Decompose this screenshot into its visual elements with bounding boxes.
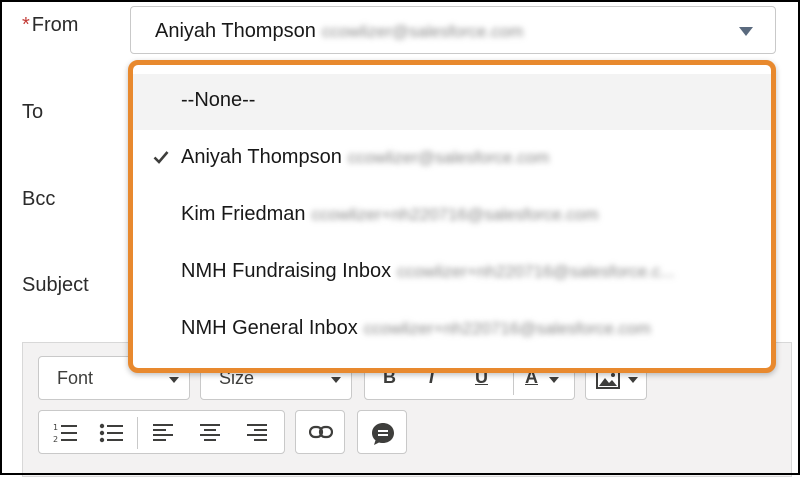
bulleted-list-icon[interactable] bbox=[99, 422, 123, 444]
align-center-icon[interactable] bbox=[199, 423, 221, 443]
list-align-group: 1 2 bbox=[38, 410, 285, 454]
option-kim-friedman[interactable]: Kim Friedman ccowlizer+nh220716@salesforc… bbox=[133, 188, 771, 244]
numbered-list-icon[interactable]: 1 2 bbox=[53, 422, 77, 444]
from-selected-value: Aniyah Thompson ccowlizer@salesforce.com bbox=[155, 20, 523, 43]
option-label: --None-- bbox=[181, 89, 256, 111]
chevron-down-icon bbox=[331, 377, 341, 383]
from-label-text: From bbox=[31, 14, 79, 36]
chevron-down-icon bbox=[169, 377, 179, 383]
required-asterisk: * bbox=[22, 14, 30, 36]
from-select[interactable]: Aniyah Thompson ccowlizer@salesforce.com bbox=[130, 6, 776, 54]
insert-link-button[interactable] bbox=[295, 410, 345, 454]
option-email: ccowlizer+nh220716@salesforce.com bbox=[363, 319, 651, 338]
quick-text-button[interactable] bbox=[357, 410, 407, 454]
option-email: ccowlizer+nh220716@salesforce.c... bbox=[397, 262, 675, 281]
from-dropdown-menu: --None-- Aniyah Thompson ccowlizer@salesf… bbox=[128, 60, 776, 373]
subject-label: Subject bbox=[22, 274, 89, 296]
option-aniyah-thompson[interactable]: Aniyah Thompson ccowlizer@salesforce.com bbox=[133, 131, 771, 187]
chevron-down-icon[interactable] bbox=[739, 27, 753, 36]
checkmark-icon bbox=[153, 151, 169, 164]
option-label: NMH General Inbox bbox=[181, 317, 358, 339]
chat-bubble-icon bbox=[372, 423, 394, 445]
svg-text:2: 2 bbox=[53, 435, 58, 444]
link-icon bbox=[309, 425, 333, 439]
svg-text:1: 1 bbox=[53, 423, 58, 432]
chevron-down-icon bbox=[628, 377, 638, 383]
option-email: ccowlizer@salesforce.com bbox=[347, 148, 550, 167]
from-selected-email: ccowlizer@salesforce.com bbox=[321, 22, 524, 41]
option-label: Aniyah Thompson bbox=[181, 146, 342, 168]
option-nmh-fundraising-inbox[interactable]: NMH Fundraising Inbox ccowlizer+nh220716@… bbox=[133, 245, 771, 301]
bcc-label: Bcc bbox=[22, 188, 56, 210]
option-email: ccowlizer+nh220716@salesforce.com bbox=[311, 205, 599, 224]
align-left-icon[interactable] bbox=[153, 423, 175, 443]
option-label: NMH Fundraising Inbox bbox=[181, 260, 392, 282]
from-selected-name: Aniyah Thompson bbox=[155, 20, 316, 42]
align-right-icon[interactable] bbox=[245, 423, 267, 443]
option-none[interactable]: --None-- bbox=[133, 74, 771, 130]
to-label: To bbox=[22, 101, 44, 123]
option-label: Kim Friedman bbox=[181, 203, 306, 225]
from-label: * From bbox=[22, 14, 78, 37]
chevron-down-icon bbox=[549, 377, 559, 383]
divider bbox=[137, 417, 138, 449]
font-select-label: Font bbox=[57, 368, 94, 388]
option-nmh-general-inbox[interactable]: NMH General Inbox ccowlizer+nh220716@sale… bbox=[133, 302, 771, 358]
